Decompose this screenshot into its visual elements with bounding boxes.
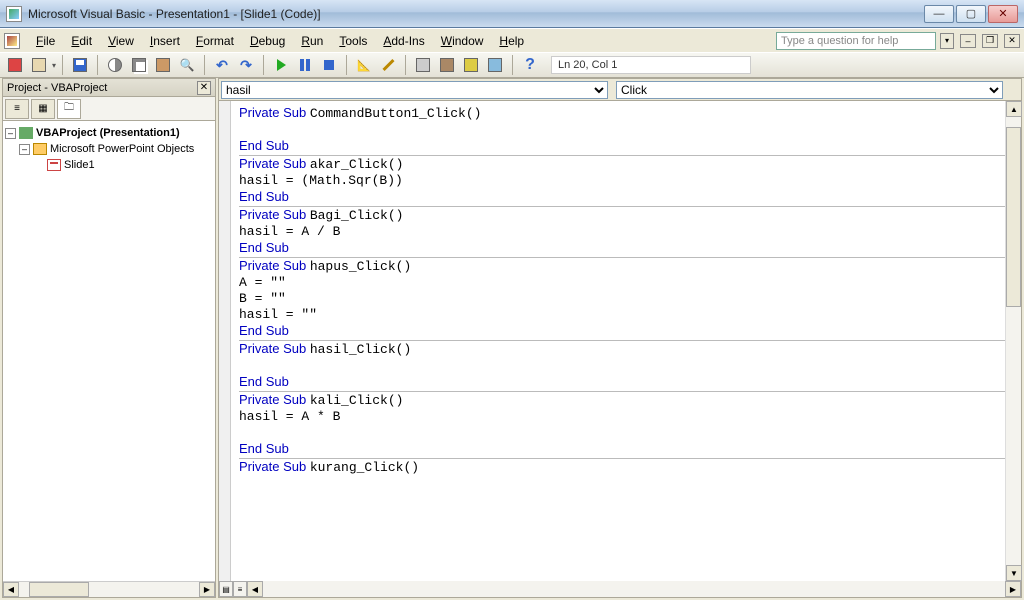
mdi-restore-button[interactable]: ❐ [982,34,998,48]
menu-window[interactable]: Window [433,31,492,51]
object-browser-button[interactable] [460,54,482,76]
properties-window-button[interactable] [436,54,458,76]
help-search-input[interactable] [776,32,936,50]
project-root[interactable]: VBAProject (Presentation1) [36,127,180,139]
mdi-close-button[interactable]: ✕ [1004,34,1020,48]
code-editor[interactable]: Private Sub CommandButton1_Click() End S… [231,101,1005,581]
project-pane-title: Project - VBAProject [7,82,107,94]
scroll-right-icon[interactable]: ▶ [1005,581,1021,597]
help-button[interactable]: ? [519,54,541,76]
project-tree[interactable]: –VBAProject (Presentation1) –Microsoft P… [3,121,215,581]
titlebar: Microsoft Visual Basic - Presentation1 -… [0,0,1024,28]
menu-insert[interactable]: Insert [142,31,188,51]
menubar: FileEditViewInsertFormatDebugRunToolsAdd… [0,28,1024,52]
toolbox-button[interactable] [484,54,506,76]
pencil-button[interactable] [377,54,399,76]
toggle-folders-button[interactable]: 🗀 [57,99,81,119]
procedure-view-button[interactable]: ▤ [219,581,233,597]
full-module-view-button[interactable]: ≡ [233,581,247,597]
hscroll-track[interactable] [263,581,1005,597]
scroll-left-icon[interactable]: ◀ [247,581,263,597]
redo-button[interactable]: ↷ [235,54,257,76]
undo-button[interactable]: ↶ [211,54,233,76]
project-folder[interactable]: Microsoft PowerPoint Objects [50,143,194,155]
app-icon [6,6,22,22]
toolbar: ▾ 🔍 ↶ ↷ 📐 ? Ln 20, Col 1 [0,52,1024,78]
find-button[interactable]: 🔍 [176,54,198,76]
view-code-button[interactable]: ≡ [5,99,29,119]
reset-button[interactable] [318,54,340,76]
design-mode-button[interactable]: 📐 [353,54,375,76]
scroll-left-icon[interactable]: ◀ [3,582,19,597]
project-explorer: Project - VBAProject ✕ ≡ ▦ 🗀 –VBAProject… [2,78,216,598]
project-hscroll[interactable]: ◀ ▶ [3,581,215,597]
scroll-up-icon[interactable]: ▲ [1006,101,1022,117]
code-vscroll[interactable]: ▲ ▼ [1005,101,1021,581]
menu-run[interactable]: Run [293,31,331,51]
save-button[interactable] [69,54,91,76]
scroll-right-icon[interactable]: ▶ [199,582,215,597]
cut-button[interactable] [104,54,126,76]
run-button[interactable] [270,54,292,76]
insert-userform-button[interactable] [28,54,50,76]
menu-help[interactable]: Help [491,31,532,51]
copy-button[interactable] [128,54,150,76]
project-item-slide1[interactable]: Slide1 [64,159,95,171]
cursor-position-status: Ln 20, Col 1 [551,56,751,74]
mdi-minimize-button[interactable]: – [960,34,976,48]
break-button[interactable] [294,54,316,76]
menu-file[interactable]: File [28,31,63,51]
procedure-dropdown[interactable]: Click [616,81,1003,99]
paste-button[interactable] [152,54,174,76]
vb-menu-icon [4,33,20,49]
maximize-button[interactable]: ▢ [956,5,986,23]
code-window: hasil Click Private Sub CommandButton1_C… [218,78,1022,598]
view-ppt-button[interactable] [4,54,26,76]
object-dropdown[interactable]: hasil [221,81,608,99]
code-margin [219,101,231,581]
menu-format[interactable]: Format [188,31,242,51]
menu-debug[interactable]: Debug [242,31,293,51]
menu-view[interactable]: View [100,31,142,51]
menu-add-ins[interactable]: Add-Ins [375,31,432,51]
view-object-button[interactable]: ▦ [31,99,55,119]
menu-edit[interactable]: Edit [63,31,100,51]
project-explorer-button[interactable] [412,54,434,76]
window-title: Microsoft Visual Basic - Presentation1 -… [28,7,321,21]
project-close-button[interactable]: ✕ [197,81,211,95]
menu-tools[interactable]: Tools [331,31,375,51]
scroll-thumb[interactable] [1006,127,1021,307]
minimize-button[interactable]: — [924,5,954,23]
scroll-down-icon[interactable]: ▼ [1006,565,1022,581]
help-dropdown-icon[interactable]: ▾ [940,33,954,49]
close-button[interactable]: ✕ [988,5,1018,23]
